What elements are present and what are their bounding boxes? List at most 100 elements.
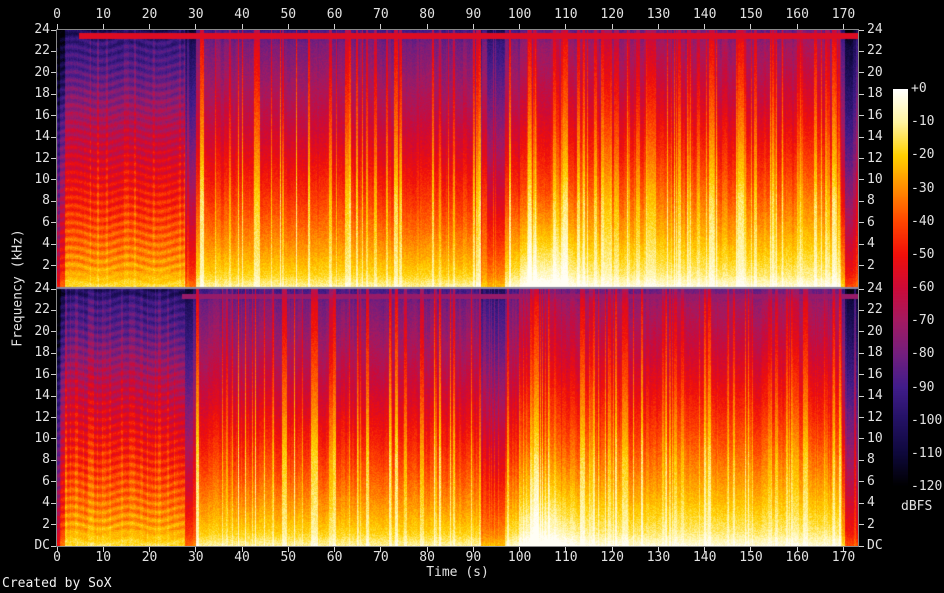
time-tick-top [380, 24, 382, 29]
db-tick-label: -80 [911, 346, 935, 362]
time-tick-top [704, 24, 706, 29]
db-tick-label: -20 [911, 147, 935, 163]
freq-tick-right [859, 158, 864, 159]
freq-tick-left [51, 265, 56, 267]
time-tick-label-bottom: 160 [785, 550, 809, 565]
freq-tick-label-left: 20 [34, 64, 50, 80]
freq-tick-left [51, 417, 56, 418]
db-tick-label: -40 [911, 213, 935, 229]
x-axis-title: Time (s) [426, 565, 489, 580]
freq-tick-label-right: 8 [867, 452, 875, 468]
time-tick-label-bottom: 140 [692, 550, 717, 565]
time-tick-top [750, 24, 752, 29]
time-tick-label-bottom: 100 [507, 550, 532, 565]
freq-tick-label-right: 22 [867, 302, 883, 318]
time-tick-label-top: 40 [234, 7, 250, 22]
time-tick-top [657, 24, 659, 29]
freq-tick-label-right: 2 [867, 257, 875, 273]
freq-tick-label-right: 22 [867, 43, 883, 59]
freq-tick-left [51, 29, 56, 31]
freq-tick-label-right: 14 [867, 129, 883, 145]
time-tick-label-bottom: 150 [739, 550, 763, 565]
freq-tick-right [859, 115, 864, 117]
freq-tick-left [51, 243, 56, 245]
freq-tick-right [859, 136, 864, 138]
time-tick-top [149, 24, 151, 29]
time-tick-label-top: 80 [419, 7, 435, 22]
freq-tick-label-left: 2 [42, 516, 50, 532]
freq-tick-label-left: 10 [34, 430, 50, 446]
freq-tick-right [859, 374, 864, 376]
freq-tick-right [859, 29, 864, 31]
db-tick-label: -30 [911, 180, 935, 196]
freq-tick-left [51, 481, 56, 483]
time-tick-label-top: 60 [326, 7, 343, 22]
freq-tick-label-left: 4 [42, 495, 50, 511]
colorbar-title: dBFS [901, 499, 933, 514]
freq-tick-left [51, 309, 56, 311]
time-tick-top [796, 24, 798, 29]
db-tick-label: -10 [911, 114, 935, 130]
db-tick-label: -120 [911, 479, 943, 494]
freq-tick-right [859, 438, 864, 440]
time-tick-label-top: 30 [187, 7, 204, 22]
freq-tick-label-right: 6 [867, 473, 875, 489]
freq-tick-label-left: 16 [34, 107, 50, 123]
db-tick-label: -90 [911, 379, 935, 395]
freq-tick-label-left: 12 [34, 150, 50, 166]
freq-tick-label-right: 24 [867, 281, 883, 296]
spectrogram-heatmap [57, 30, 858, 546]
time-tick-top [334, 24, 336, 29]
freq-tick-label-right: 14 [867, 388, 883, 404]
db-tick-label: -70 [911, 313, 935, 329]
freq-tick-right [859, 545, 864, 547]
freq-tick-label-left: 16 [34, 366, 50, 382]
sox-spectrogram-window: 0 0 10 10 20 20 30 30 40 40 50 50 60 60 70 70 80 80 90 90 10… [0, 0, 944, 593]
time-tick-label-top: 170 [831, 7, 856, 22]
time-tick-top [611, 24, 613, 29]
freq-tick-label-right: 12 [867, 409, 883, 425]
freq-tick-right [859, 524, 864, 526]
time-tick-label-top: 50 [280, 7, 297, 22]
time-tick-label-top: 0 [53, 7, 61, 22]
freq-tick-left [51, 288, 56, 290]
freq-tick-label-right: 20 [867, 64, 883, 80]
freq-tick-right [859, 331, 864, 333]
credit-text: Created by SoX [2, 576, 112, 591]
freq-tick-label-left: 10 [34, 171, 50, 187]
time-tick-label-bottom: 50 [280, 550, 297, 565]
time-tick-top [472, 24, 474, 29]
freq-tick-left [51, 136, 56, 138]
time-tick-label-bottom: 130 [646, 550, 671, 565]
time-tick-label-top: 20 [141, 7, 158, 22]
freq-tick-left [51, 93, 56, 95]
freq-tick-left [51, 395, 56, 397]
freq-tick-label-left: 18 [34, 345, 50, 361]
freq-tick-right [859, 72, 864, 74]
freq-tick-right [859, 265, 864, 267]
time-tick-top [287, 24, 289, 29]
freq-tick-left [51, 438, 56, 440]
freq-tick-left [51, 72, 56, 74]
time-tick-label-bottom: 120 [600, 550, 624, 565]
time-tick-label-top: 110 [554, 7, 578, 22]
freq-tick-right [859, 243, 864, 245]
freq-tick-label-right: 18 [867, 345, 883, 361]
time-tick-label-top: 10 [95, 7, 112, 22]
freq-tick-right [859, 352, 864, 354]
freq-tick-left [51, 179, 56, 181]
time-tick-label-bottom: 90 [465, 550, 482, 565]
freq-tick-left [51, 115, 56, 117]
time-tick-top [102, 24, 104, 29]
time-tick-label-bottom: 170 [831, 550, 856, 565]
freq-tick-right [859, 309, 864, 311]
freq-tick-label-right: 20 [867, 323, 883, 339]
db-tick-label: +0 [911, 81, 927, 96]
time-tick-label-top: 70 [373, 7, 389, 22]
freq-tick-right [859, 93, 864, 95]
freq-tick-label-right: 8 [867, 193, 875, 209]
time-tick-label-bottom: 80 [419, 550, 435, 565]
freq-tick-left [51, 352, 56, 354]
freq-tick-right [859, 481, 864, 483]
freq-tick-left [51, 502, 56, 504]
